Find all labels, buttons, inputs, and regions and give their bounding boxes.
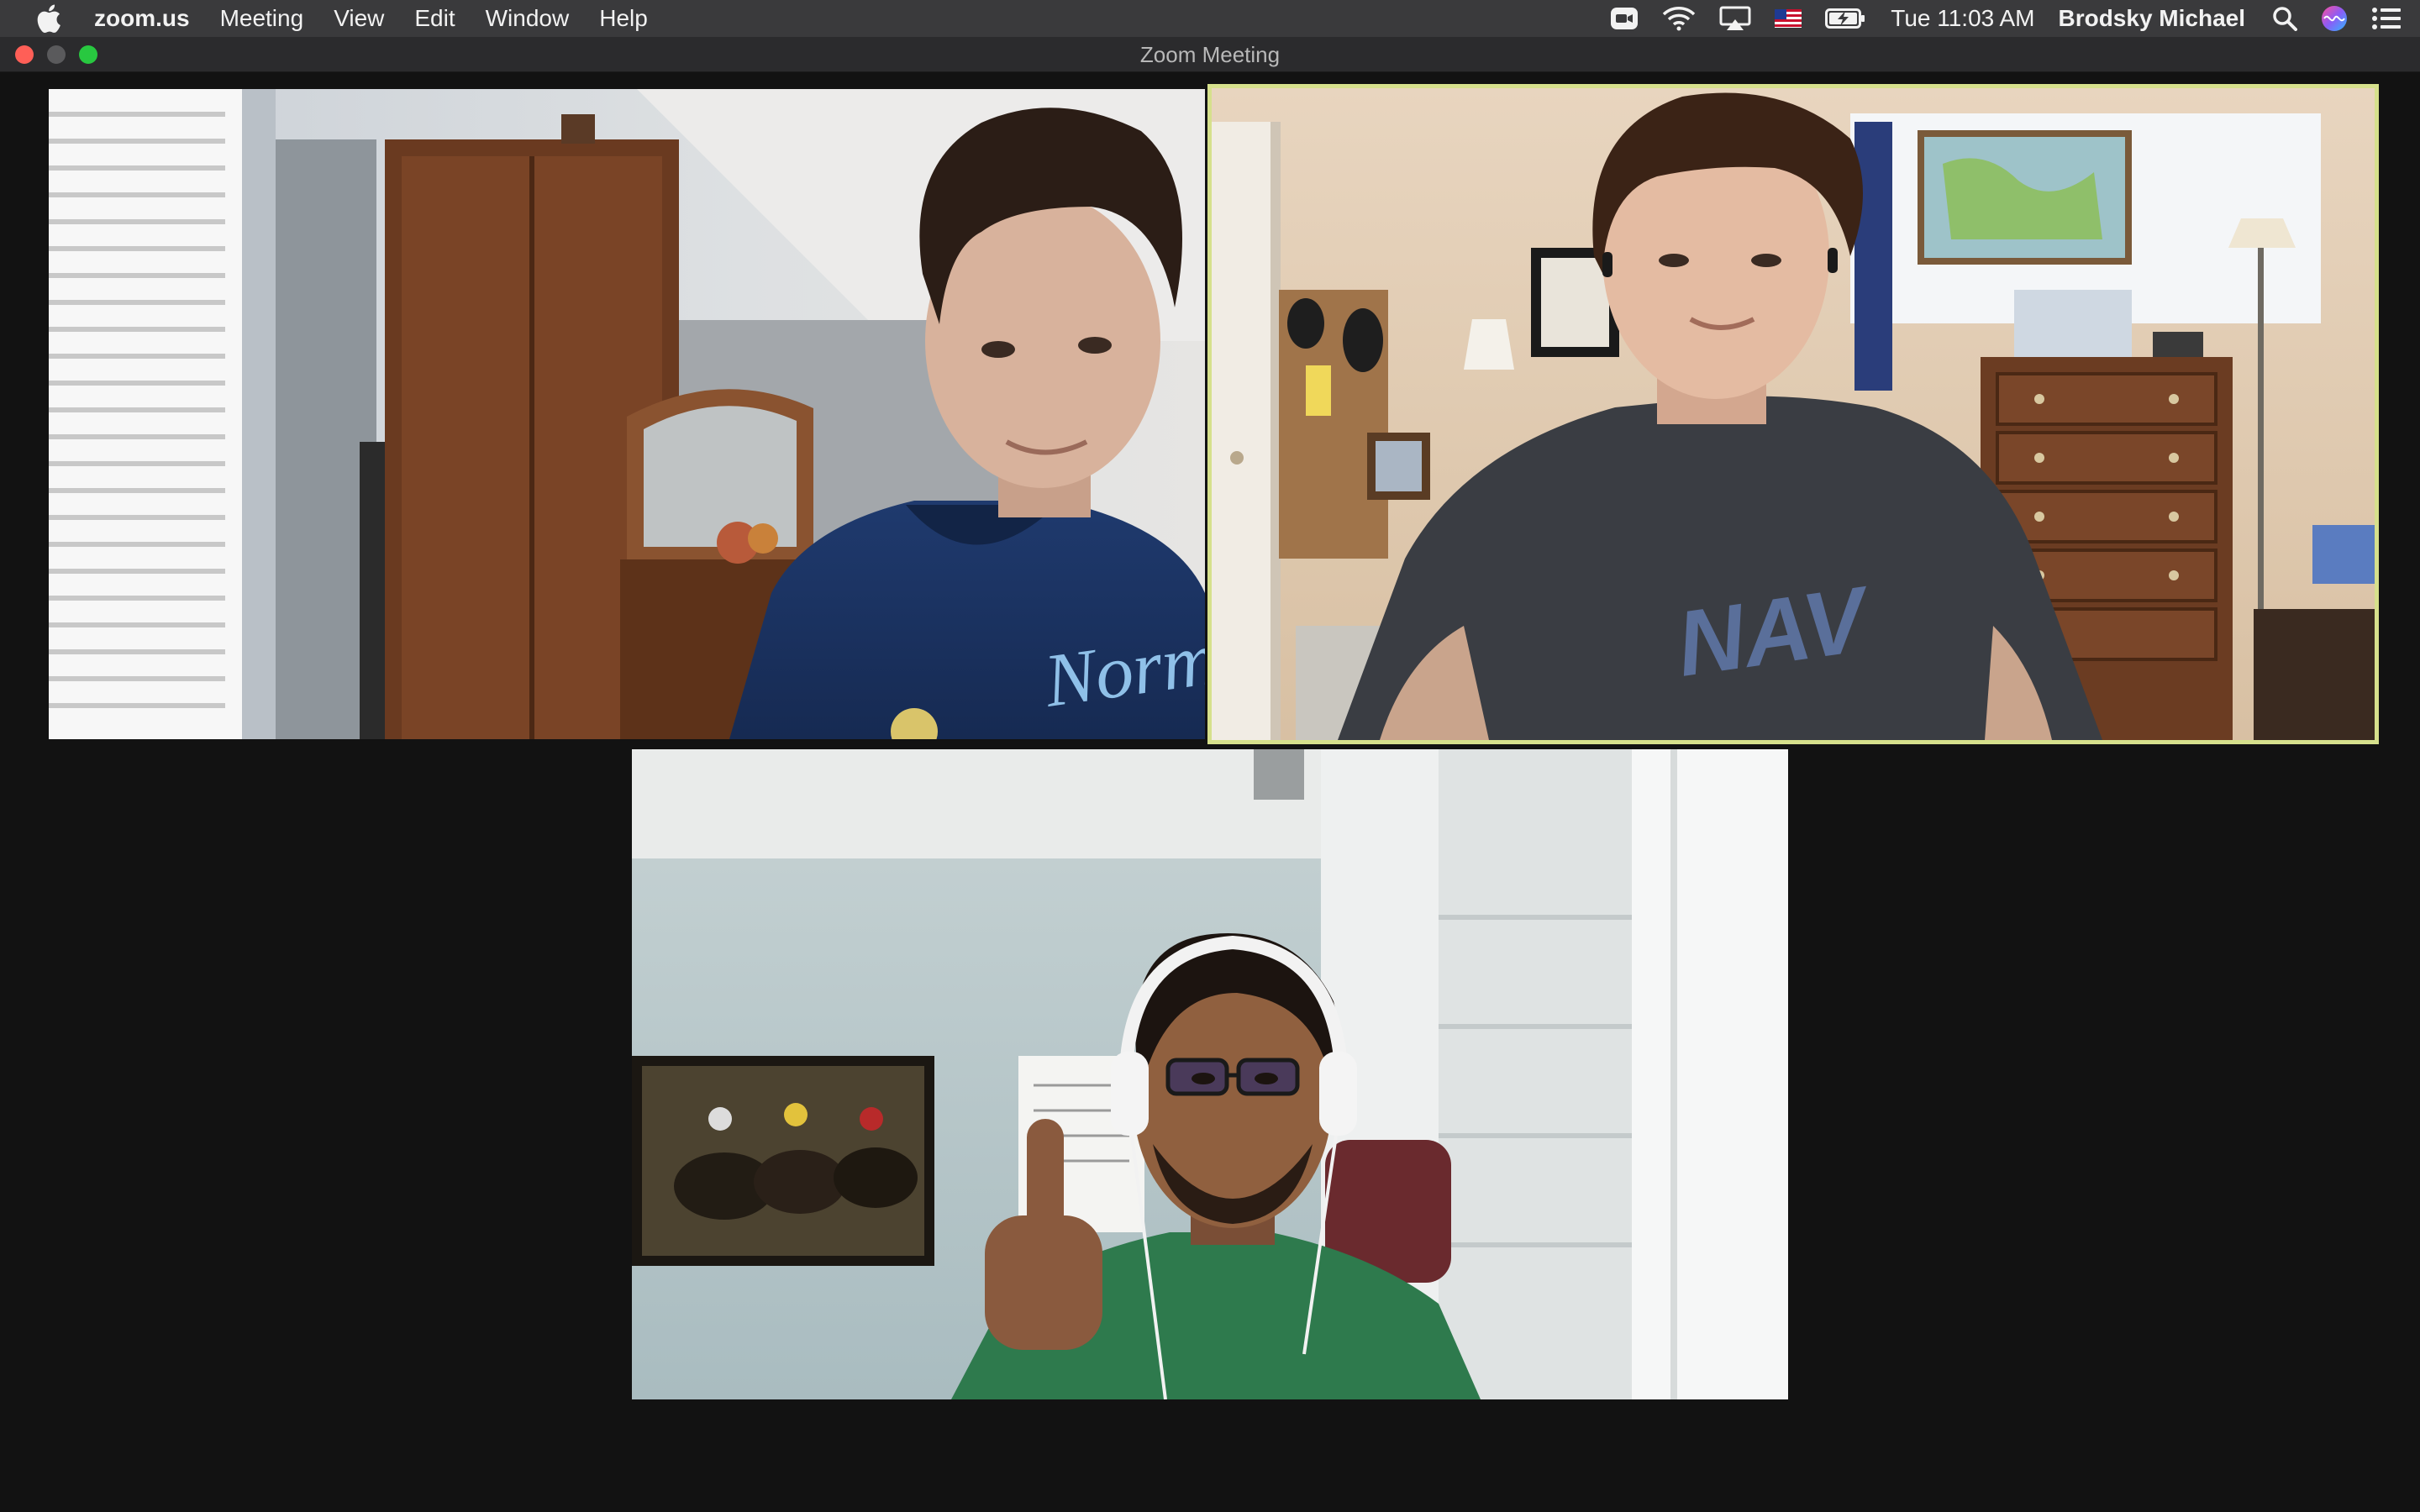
airplay-icon[interactable] (1719, 0, 1751, 37)
participant-video-feed-2: NAV (1212, 88, 2375, 740)
menu-window[interactable]: Window (471, 0, 585, 37)
notification-center-icon[interactable] (2371, 0, 2402, 37)
siri-icon[interactable] (2321, 0, 2348, 37)
wifi-icon[interactable] (1662, 0, 1696, 37)
spotlight-search-icon[interactable] (2272, 0, 2297, 37)
menu-view[interactable]: View (318, 0, 399, 37)
menu-app-name[interactable]: zoom.us (94, 0, 205, 37)
window-title: Zoom Meeting (1139, 42, 1281, 67)
participant-video-tile-3[interactable] (632, 749, 1788, 1399)
menu-help[interactable]: Help (584, 0, 663, 37)
participant-video-feed-1: Normo (49, 89, 1205, 739)
menu-bar-right: Tue 11:03 AM Brodsky Michael (1598, 0, 2420, 37)
window-title-bar[interactable]: Zoom Meeting (0, 37, 2420, 72)
menu-bar-user-name[interactable]: Brodsky Michael (2058, 5, 2245, 32)
participant-video-tile-1[interactable]: Normo (49, 89, 1205, 739)
menu-meeting[interactable]: Meeting (205, 0, 319, 37)
participant-video-feed-3 (632, 749, 1788, 1399)
menu-bar-left: zoom.us Meeting View Edit Window Help (0, 0, 663, 37)
menu-edit[interactable]: Edit (399, 0, 470, 37)
apple-logo-icon[interactable] (32, 0, 66, 37)
menu-bar-clock[interactable]: Tue 11:03 AM (1891, 5, 2034, 32)
macos-menu-bar: zoom.us Meeting View Edit Window Help Tu… (0, 0, 2420, 37)
battery-charging-icon[interactable] (1825, 0, 1865, 37)
participant-video-tile-2-active-speaker[interactable]: NAV (1207, 84, 2379, 744)
us-flag-input-icon[interactable] (1775, 0, 1802, 37)
zoom-camera-icon[interactable] (1610, 0, 1639, 37)
